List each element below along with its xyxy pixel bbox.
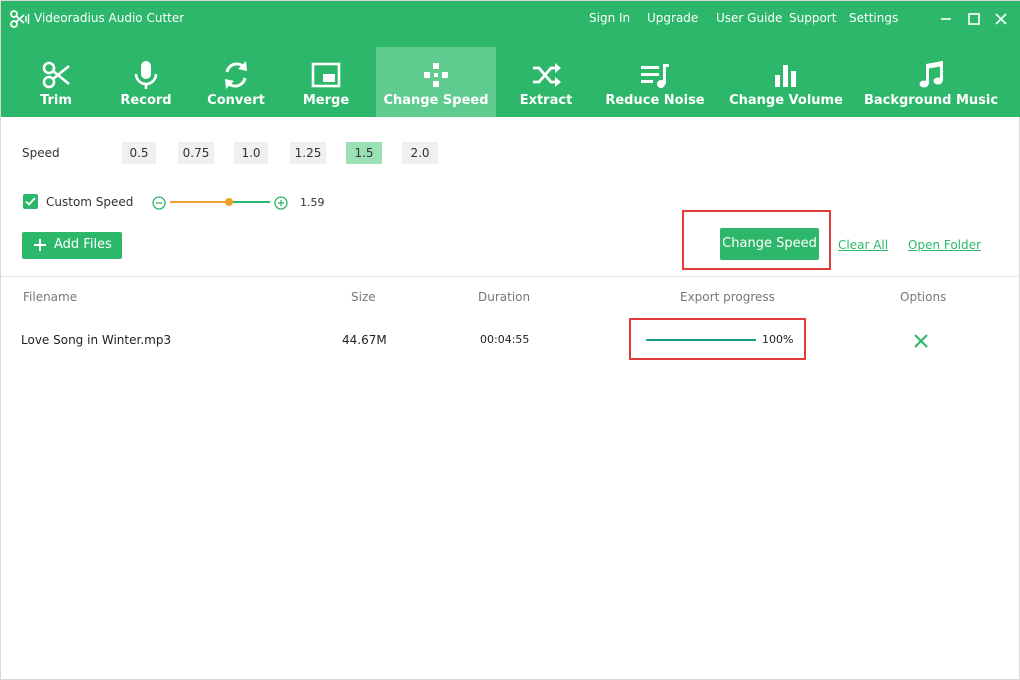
tool-reduce-noise-label: Reduce Noise [605,93,705,108]
tool-convert-label: Convert [207,93,265,108]
custom-speed-checkbox[interactable] [23,194,38,209]
tool-change-volume-label: Change Volume [729,93,843,108]
tool-record-label: Record [120,93,172,108]
row-filename: Love Song in Winter.mp3 [21,333,172,347]
plus-icon [33,238,47,252]
app-logo-icon [10,10,30,28]
column-header-options: Options [900,290,947,304]
sign-in-link[interactable]: Sign In [589,11,630,25]
speed-option-1.5[interactable]: 1.5 [346,142,382,164]
tool-merge[interactable]: Merge [286,47,366,117]
slider-minus-icon[interactable] [152,195,166,210]
tool-merge-label: Merge [302,93,350,108]
tool-change-speed-label: Change Speed [383,93,489,108]
shuffle-icon [530,59,562,91]
tool-change-volume[interactable]: Change Volume [723,47,849,117]
tool-extract-label: Extract [519,93,573,108]
header: Videoradius Audio Cutter Sign In Upgrade… [1,1,1020,117]
gamepad-icon [420,59,452,91]
add-files-label: Add Files [54,237,112,252]
minimize-icon[interactable] [937,10,955,28]
music-note-icon [915,59,947,91]
settings-link[interactable]: Settings [849,11,898,25]
column-header-size: Size [351,290,376,304]
slider-fill [170,201,229,203]
tool-trim-label: Trim [40,93,72,108]
tool-trim[interactable]: Trim [16,47,96,117]
custom-speed-slider[interactable] [170,198,270,206]
open-folder-link[interactable]: Open Folder [908,238,981,252]
app-window: Videoradius Audio Cutter Sign In Upgrade… [0,0,1020,680]
clear-all-link[interactable]: Clear All [838,238,888,252]
maximize-icon[interactable] [965,10,983,28]
column-header-filename: Filename [23,290,78,304]
user-guide-link[interactable]: User Guide [716,11,782,25]
merge-icon [310,59,342,91]
slider-plus-icon[interactable] [274,195,288,210]
row-duration: 00:04:55 [480,333,530,346]
speed-option-1.25[interactable]: 1.25 [290,142,326,164]
support-link[interactable]: Support [789,11,836,25]
slider-rest [229,201,270,203]
speed-option-2.0[interactable]: 2.0 [402,142,438,164]
scissors-icon [40,59,72,91]
title-bar: Videoradius Audio Cutter Sign In Upgrade… [1,1,1020,37]
column-header-duration: Duration [478,290,531,304]
tool-convert[interactable]: Convert [196,47,276,117]
tool-change-speed[interactable]: Change Speed [376,47,496,117]
remove-row-icon[interactable] [913,333,929,349]
speed-option-0.5[interactable]: 0.5 [122,142,156,164]
row-size: 44.67M [342,333,387,347]
volume-bars-icon [770,59,802,91]
tool-background-music[interactable]: Background Music [863,47,999,117]
row-progress-bar [646,339,756,341]
custom-speed-label: Custom Speed [46,195,134,209]
divider [1,276,1019,277]
noise-list-icon [639,59,671,91]
custom-speed-value: 1.59 [300,196,325,209]
tool-reduce-noise[interactable]: Reduce Noise [599,47,711,117]
speed-option-0.75[interactable]: 0.75 [178,142,214,164]
close-icon[interactable] [992,10,1010,28]
app-title: Videoradius Audio Cutter [34,11,185,25]
add-files-button[interactable]: Add Files [22,232,122,259]
tool-record[interactable]: Record [106,47,186,117]
column-header-export-progress: Export progress [680,290,775,304]
convert-arrows-icon [220,59,252,91]
slider-thumb[interactable] [225,198,233,206]
speed-label: Speed [22,146,60,160]
speed-option-1.0[interactable]: 1.0 [234,142,268,164]
microphone-icon [130,59,162,91]
tool-extract[interactable]: Extract [506,47,586,117]
row-progress-text: 100% [762,333,794,346]
change-speed-button[interactable]: Change Speed [720,228,819,260]
upgrade-link[interactable]: Upgrade [647,11,698,25]
tool-background-music-label: Background Music [863,93,999,108]
